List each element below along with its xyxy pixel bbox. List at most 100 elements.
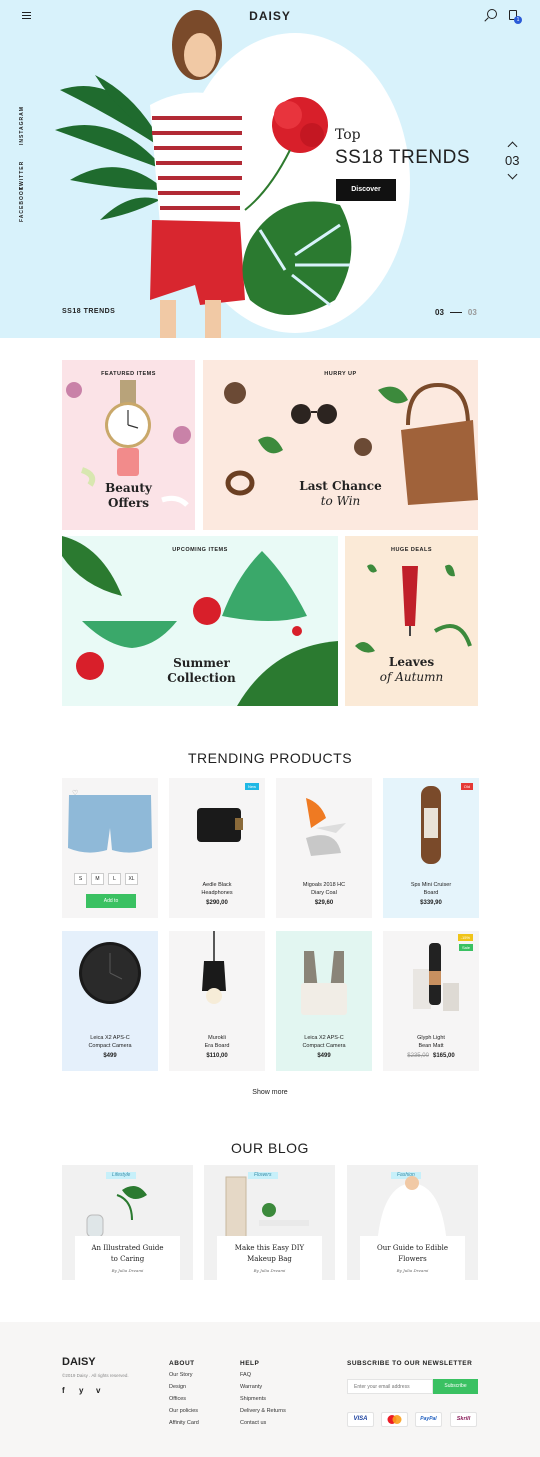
blog-author: By Julia Dreami: [111, 1268, 144, 1273]
hero-banner: DAISY 1 INSTAGRAM TWITTER FACEBOOK Top S…: [0, 0, 540, 338]
size-s-option[interactable]: S: [74, 873, 87, 885]
size-m-option[interactable]: M: [91, 873, 104, 885]
footer-link-warranty[interactable]: Warranty: [240, 1384, 262, 1390]
twitter-icon[interactable]: y: [79, 1386, 83, 1395]
product-price: $29,60: [314, 900, 334, 906]
trending-title: TRENDING PRODUCTS: [187, 750, 353, 766]
product-name: Glyph Light Bean Matt: [417, 1035, 445, 1049]
feature-tile-autumn[interactable]: HUGE DEALS Leaves of Autumn: [345, 536, 478, 706]
product-price: $235,00 $165,00: [407, 1053, 455, 1059]
blog-author: By Julia Dreami: [253, 1268, 286, 1273]
product-name: Murokli Era Board: [204, 1035, 230, 1049]
hero-eyebrow: Top: [335, 127, 361, 143]
product-card[interactable]: Leica X2 APS-C Compact Camera $499: [62, 931, 158, 1071]
blog-post-title[interactable]: Make this Easy DIY Makeup Bag: [217, 1243, 322, 1265]
page: DAISY 1 INSTAGRAM TWITTER FACEBOOK Top S…: [0, 0, 540, 1457]
blog-post-card[interactable]: Lifestyle An Illustrated Guide to Caring …: [62, 1165, 193, 1280]
product-name: Leica X2 APS-C Compact Camera: [88, 1035, 132, 1049]
skrill-icon: Skrill: [450, 1412, 477, 1427]
blog-image: [225, 1176, 309, 1238]
newsletter-email-input[interactable]: [347, 1379, 433, 1394]
product-price: $339,90: [420, 900, 442, 906]
slide-counter: 03: [505, 153, 520, 168]
cart-icon[interactable]: 1: [509, 10, 522, 24]
blog-card-body: An Illustrated Guide to Caring By Julia D…: [75, 1236, 180, 1280]
product-name: Aedle Black Headphones: [201, 882, 233, 896]
product-card[interactable]: -15% Sale Glyph Light Bean Matt $235,00 $1…: [383, 931, 479, 1071]
blog-image: [86, 1186, 147, 1238]
product-image: [68, 795, 152, 853]
hero-bottom-label: SS18 TRENDS: [62, 308, 116, 315]
feature-title: Summer Collection: [167, 656, 236, 685]
subscribe-button[interactable]: Subscribe: [433, 1379, 478, 1394]
product-name: Leica X2 APS-C Compact Camera: [302, 1035, 346, 1049]
cart-count-badge: 1: [514, 16, 522, 24]
footer-about-heading: ABOUT: [169, 1360, 195, 1367]
size-l-option[interactable]: L: [108, 873, 121, 885]
footer-link-design[interactable]: Design: [169, 1384, 186, 1390]
blog-post-card[interactable]: Flowers Make this Easy DIY Makeup Bag By …: [204, 1165, 335, 1280]
blog-title: OUR BLOG: [231, 1140, 309, 1156]
show-more-link[interactable]: Show more: [0, 1089, 540, 1096]
blog-post-title[interactable]: An Illustrated Guide to Caring: [75, 1243, 180, 1265]
product-price: $110,00: [206, 1053, 228, 1059]
visa-icon: VISA: [347, 1412, 374, 1427]
feature-tile-summer[interactable]: UPCOMING ITEMS Summer Collection: [62, 536, 338, 706]
size-xl-option[interactable]: XL: [125, 873, 138, 885]
footer-link-faq[interactable]: FAQ: [240, 1372, 251, 1378]
site-logo[interactable]: DAISY: [0, 9, 540, 23]
pager-total: 03: [467, 308, 477, 317]
footer-link-shipments[interactable]: Shipments: [240, 1396, 266, 1402]
blog-card-body: Make this Easy DIY Makeup Bag By Julia Dr…: [217, 1236, 322, 1280]
feature-tile-last-chance[interactable]: HURRY UP Last Chance to Win: [203, 360, 478, 530]
discover-button[interactable]: Discover: [336, 179, 396, 201]
product-image: [306, 798, 346, 856]
blog-image: [377, 1176, 447, 1245]
product-image: [197, 808, 243, 842]
add-to-cart-button[interactable]: Add to: [86, 894, 136, 908]
size-options: S M L XL: [74, 873, 146, 885]
product-price: $290,00: [206, 900, 228, 906]
pager-current: 03: [435, 308, 444, 317]
footer-link-our-story[interactable]: Our Story: [169, 1372, 193, 1378]
social-instagram-link[interactable]: INSTAGRAM: [19, 106, 25, 145]
feature-title: Last Chance to Win: [299, 479, 382, 508]
product-old-price: $235,00: [407, 1053, 429, 1059]
feature-tile-beauty[interactable]: FEATURED ITEMS Beauty Offers: [62, 360, 195, 530]
product-price: $499: [103, 1053, 117, 1059]
footer-link-delivery-returns[interactable]: Delivery & Returns: [240, 1408, 286, 1414]
search-icon[interactable]: [487, 9, 497, 19]
facebook-icon[interactable]: f: [62, 1386, 65, 1395]
mastercard-icon: [381, 1412, 408, 1427]
product-image: [421, 786, 441, 864]
product-image: [79, 942, 141, 1004]
product-card[interactable]: Old Sps Mini Cruiser Board $339,90: [383, 778, 479, 918]
footer-link-policies[interactable]: Our policies: [169, 1408, 198, 1414]
blog-author: By Julia Dreami: [396, 1268, 429, 1273]
hero-title: SS18 TRENDS: [335, 147, 471, 168]
vimeo-icon[interactable]: v: [96, 1386, 100, 1395]
blog-post-card[interactable]: Fashion Our Guide to Edible Flowers By Ju…: [347, 1165, 478, 1280]
social-facebook-link[interactable]: FACEBOOK: [19, 186, 25, 222]
product-card[interactable]: Murokli Era Board $110,00: [169, 931, 265, 1071]
product-card[interactable]: Leica X2 APS-C Compact Camera $499: [276, 931, 372, 1071]
product-card[interactable]: Migoals 2018 HC Diary Coal $29,60: [276, 778, 372, 918]
slide-pager[interactable]: 03 03: [435, 308, 477, 317]
footer-link-offices[interactable]: Offices: [169, 1396, 186, 1402]
footer-help-heading: HELP: [240, 1360, 260, 1367]
blog-card-body: Our Guide to Edible Flowers By Julia Drea…: [360, 1236, 465, 1280]
blog-post-title[interactable]: Our Guide to Edible Flowers: [360, 1243, 465, 1265]
product-card[interactable]: New Aedle Black Headphones $290,00: [169, 778, 265, 918]
feature-title: Leaves of Autumn: [379, 655, 444, 684]
feature-title: Beauty Offers: [105, 481, 152, 510]
product-name: Sps Mini Cruiser Board: [410, 882, 452, 896]
hero-illustration: [55, 10, 352, 338]
footer-copyright: ©2019 Daisy . All rights reserved.: [62, 1373, 129, 1378]
footer-logo[interactable]: DAISY: [62, 1356, 96, 1368]
footer-link-contact[interactable]: Contact us: [240, 1420, 266, 1426]
product-card-shorts[interactable]: ♡ S M L XL Add to: [62, 778, 158, 918]
product-image: [301, 951, 347, 1015]
product-price: $499: [317, 1053, 331, 1059]
footer-link-affinity-card[interactable]: Affinity Card: [169, 1420, 199, 1426]
paypal-icon: PayPal: [415, 1412, 442, 1427]
